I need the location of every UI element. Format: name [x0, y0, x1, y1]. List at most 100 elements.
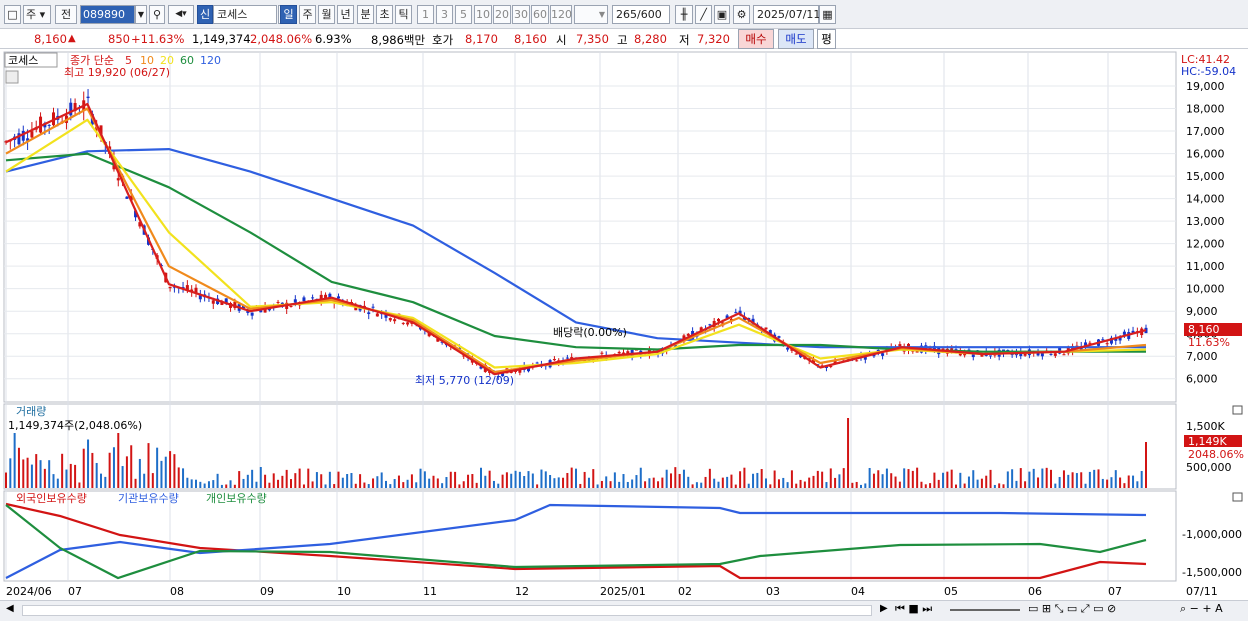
- volume-bar: [596, 484, 599, 488]
- volume-bar: [242, 478, 245, 488]
- x-axis-label: 2024/06: [6, 585, 52, 598]
- calendar-icon[interactable]: ▦: [819, 5, 836, 24]
- bottom-scrollbar[interactable]: ◀ ▶ ⏮ ■ ⏭ ▭ ⊞ ⤡ ▭ ⤢ ▭ ⊘ ⌕ − + A: [0, 600, 1248, 621]
- candle-body: [989, 355, 993, 357]
- candle-body: [1062, 354, 1066, 356]
- tab-second[interactable]: 초: [376, 5, 393, 24]
- gear-icon[interactable]: ⚙: [733, 5, 750, 24]
- buy-button[interactable]: 매수: [738, 29, 774, 49]
- candle-body: [337, 296, 340, 299]
- calculator-icon[interactable]: [5, 70, 19, 84]
- date-field[interactable]: 2025/07/11: [753, 5, 820, 24]
- candle-body: [401, 322, 405, 324]
- volume-bar: [454, 471, 457, 488]
- stock-name-field[interactable]: 코세스: [213, 5, 277, 24]
- candle-body: [86, 96, 90, 99]
- unit-dropdown[interactable]: ▼: [574, 5, 608, 24]
- tab-tick[interactable]: 틱: [395, 5, 412, 24]
- scroll-left-icon[interactable]: ◀: [6, 603, 14, 614]
- volume-bar: [1110, 477, 1113, 488]
- scroll-track[interactable]: [22, 605, 872, 616]
- zoom-slider[interactable]: [950, 609, 1020, 611]
- unit-30[interactable]: 30: [512, 5, 530, 24]
- volume-bar: [518, 471, 521, 488]
- holding-close-icon[interactable]: [1232, 492, 1243, 502]
- draw-tool-icon[interactable]: ╱: [695, 5, 712, 24]
- volume-bar: [579, 483, 582, 488]
- holding-tick-label: -1,500,000: [1182, 566, 1242, 579]
- period-select[interactable]: 전: [55, 5, 77, 24]
- x-axis-label: 08: [170, 585, 184, 598]
- change-percent: +11.63%: [131, 32, 185, 46]
- tab-day[interactable]: 일: [280, 5, 297, 24]
- volume-bar: [1071, 472, 1074, 488]
- volume-bar: [734, 484, 737, 488]
- x-axis-label: 11: [423, 585, 437, 598]
- high-label: 고: [617, 33, 628, 47]
- playback-controls[interactable]: ⏮ ■ ⏭: [895, 602, 932, 616]
- volume-bar: [523, 476, 526, 488]
- unit-3[interactable]: 3: [436, 5, 453, 24]
- sell-button[interactable]: 매도: [778, 29, 814, 49]
- volume-bar: [829, 468, 832, 488]
- volume-bar: [635, 475, 638, 488]
- volume-bar: [462, 481, 465, 488]
- eval-button[interactable]: 평: [817, 29, 836, 49]
- price-tick-label: 17,000: [1186, 125, 1225, 138]
- volume-bar: [320, 474, 323, 488]
- unit-120[interactable]: 120: [550, 5, 572, 24]
- volume-bar: [980, 478, 983, 488]
- code-dropdown-icon[interactable]: ▼: [135, 5, 147, 24]
- count-field[interactable]: 265/600: [612, 5, 670, 24]
- volume-bar: [74, 464, 77, 488]
- volume-bar: [1054, 483, 1057, 488]
- chart-area[interactable]: 19,000 18,000 17,000 16,000 15,000 14,000 13,0…: [0, 50, 1248, 621]
- volume-bar: [851, 482, 854, 488]
- save-icon[interactable]: ▣: [714, 5, 730, 24]
- volume-bar: [739, 471, 742, 488]
- candle-body: [764, 327, 768, 330]
- volume-bar: [695, 482, 698, 488]
- market-type-select[interactable]: 주 ▾: [23, 5, 51, 24]
- volume-bar: [600, 480, 603, 488]
- volume-bar: [268, 482, 271, 488]
- tab-minute[interactable]: 분: [357, 5, 374, 24]
- tab-month[interactable]: 월: [318, 5, 335, 24]
- speaker-icon[interactable]: ◀▾: [168, 5, 194, 24]
- volume-close-icon[interactable]: [1232, 405, 1243, 415]
- unit-10[interactable]: 10: [474, 5, 492, 24]
- scroll-right-icon[interactable]: ▶: [880, 603, 888, 614]
- volume-bar: [1145, 442, 1147, 488]
- candle-body: [406, 322, 410, 325]
- price-tick-label: 15,000: [1186, 170, 1225, 183]
- unit-60[interactable]: 60: [531, 5, 549, 24]
- volume-bar: [238, 471, 241, 488]
- volume-bar: [285, 469, 288, 488]
- unit-5[interactable]: 5: [455, 5, 472, 24]
- low-label: 저: [679, 33, 690, 47]
- volume-bar: [333, 484, 336, 488]
- window-icon[interactable]: □: [4, 5, 21, 24]
- price-chart[interactable]: 19,000 18,000 17,000 16,000 15,000 14,000 13,0…: [0, 50, 1248, 600]
- volume-bar: [406, 479, 409, 488]
- zoom-tools[interactable]: ⌕ − + A: [1180, 602, 1223, 616]
- candle-type-icon[interactable]: ╫: [675, 5, 693, 24]
- volume-bar: [354, 483, 357, 488]
- volume-bar: [583, 471, 586, 488]
- volume-bar: [903, 468, 906, 488]
- tab-week[interactable]: 주: [299, 5, 316, 24]
- candle-body: [717, 318, 720, 322]
- volume-bar: [290, 479, 292, 488]
- volume-bar: [920, 481, 923, 488]
- volume-bar: [5, 472, 7, 488]
- current-pct-tag: 11.63%: [1188, 336, 1230, 349]
- volume-bar: [929, 483, 932, 488]
- volume-bar: [177, 467, 180, 488]
- search-icon[interactable]: ⚲: [149, 5, 165, 24]
- volume-bar: [350, 473, 353, 488]
- view-tools[interactable]: ▭ ⊞ ⤡ ▭ ⤢ ▭ ⊘: [1028, 602, 1116, 616]
- unit-1[interactable]: 1: [417, 5, 434, 24]
- unit-20[interactable]: 20: [493, 5, 511, 24]
- stock-code-input[interactable]: 089890: [80, 5, 135, 24]
- tab-year[interactable]: 년: [337, 5, 354, 24]
